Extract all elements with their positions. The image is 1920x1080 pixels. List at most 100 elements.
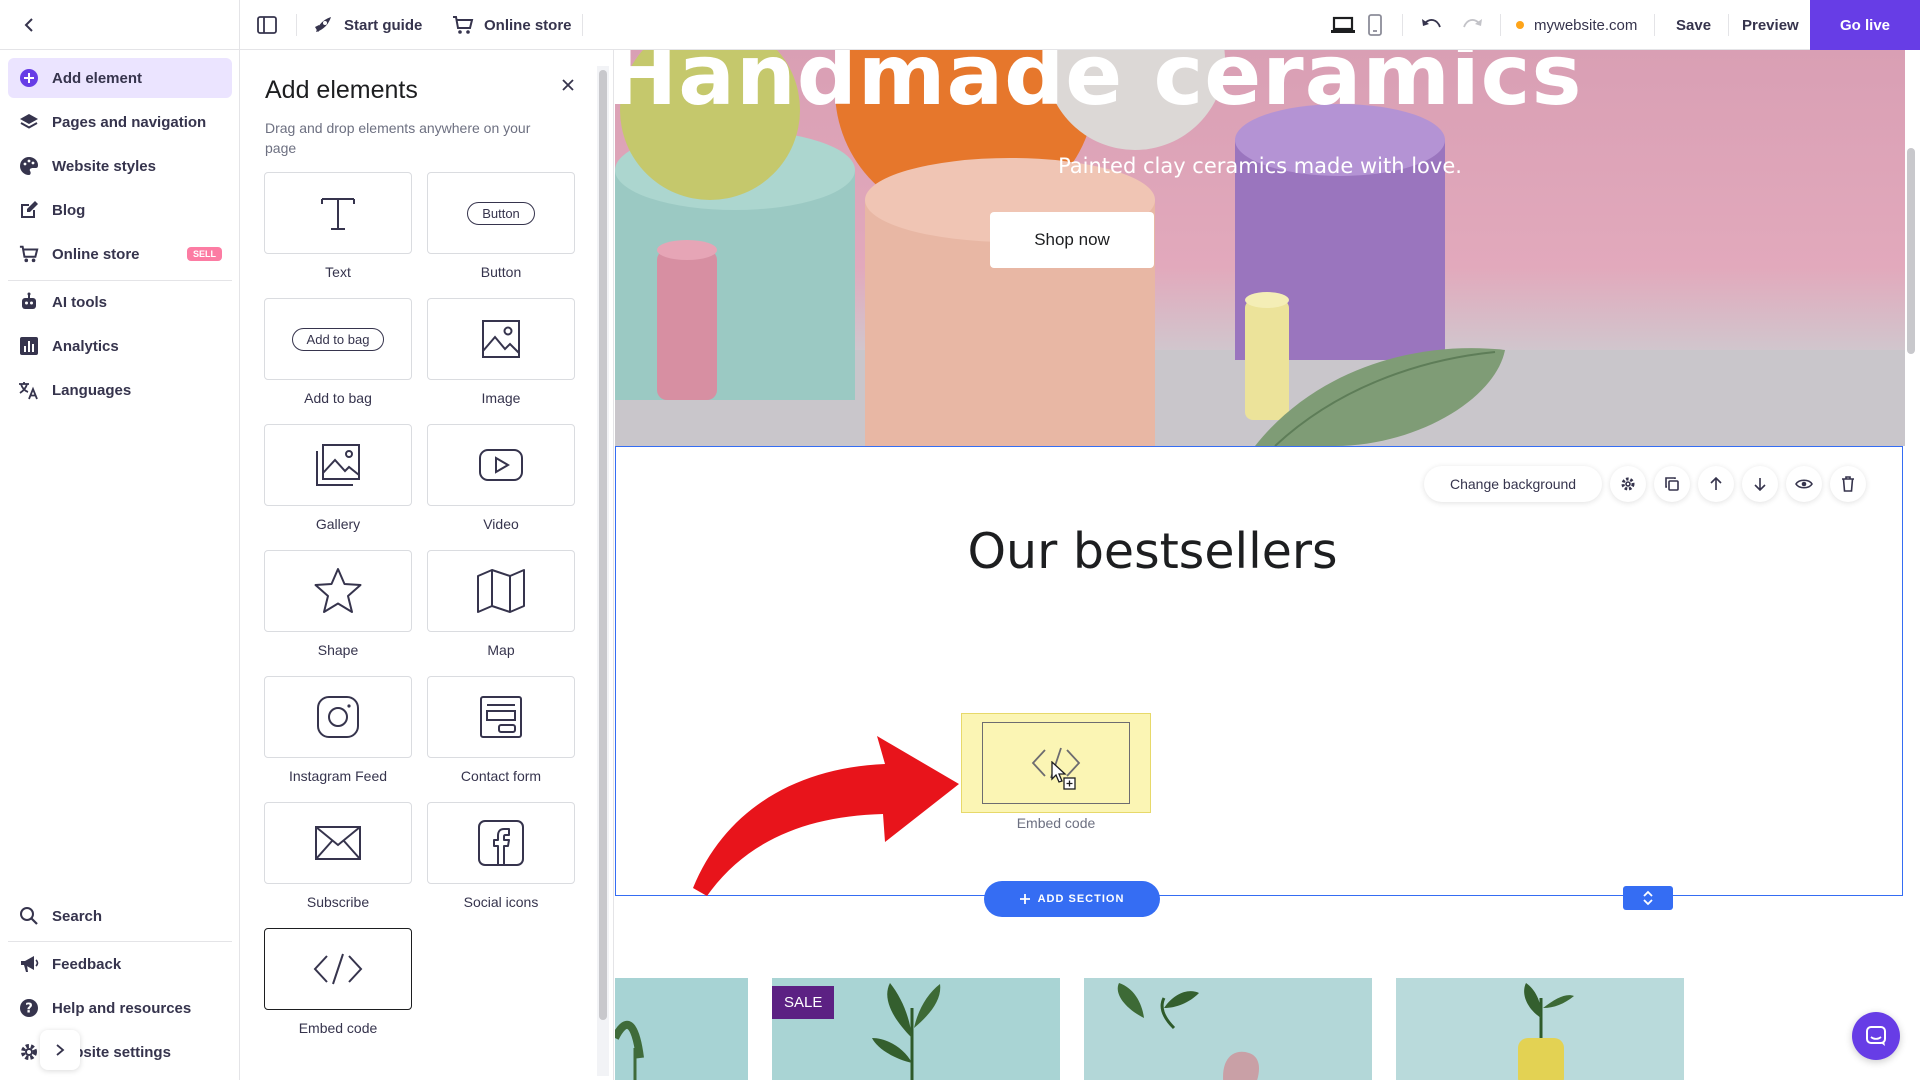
code-icon — [313, 953, 363, 985]
laptop-icon — [1331, 16, 1355, 33]
divider — [1654, 14, 1655, 36]
sidebar-item-label: Website styles — [52, 157, 156, 175]
element-tile-map[interactable] — [427, 550, 575, 632]
element-tile-text[interactable] — [264, 172, 412, 254]
duplicate-section-button[interactable] — [1654, 466, 1691, 502]
rocket-icon — [315, 17, 331, 32]
tile-label: Shape — [317, 642, 359, 658]
tile-label: Embed code — [298, 1020, 378, 1036]
panel-scrollbar-thumb[interactable] — [599, 70, 607, 1020]
copy-icon — [1665, 477, 1679, 491]
element-tile-contact-form[interactable] — [427, 676, 575, 758]
hero-section[interactable]: Handmade ceramics Painted clay ceramics … — [615, 50, 1905, 446]
tile-label: Text — [325, 264, 351, 280]
sidebar-item-help[interactable]: ? Help and resources — [8, 988, 232, 1028]
tile-label: Add to bag — [304, 390, 372, 406]
save-button[interactable]: Save — [1676, 0, 1711, 50]
element-tile-subscribe[interactable] — [264, 802, 412, 884]
preview-button[interactable]: Preview — [1742, 0, 1799, 50]
sidebar-item-analytics[interactable]: Analytics — [8, 326, 232, 366]
sidebar-item-website-styles[interactable]: Website styles — [8, 146, 232, 186]
chevron-left-icon — [24, 18, 33, 32]
toggle-sidebar-button[interactable] — [254, 12, 280, 38]
plant-image — [615, 1020, 644, 1080]
divider — [8, 280, 232, 281]
sidebar-item-feedback[interactable]: Feedback — [8, 944, 232, 984]
status-dot — [1516, 21, 1524, 29]
move-section-down-button[interactable] — [1742, 466, 1779, 502]
add-section-button[interactable]: ADD SECTION — [984, 881, 1160, 917]
section-resize-handle[interactable] — [1623, 886, 1673, 910]
move-section-up-button[interactable] — [1698, 466, 1735, 502]
mobile-view-button[interactable] — [1362, 12, 1388, 38]
product-card-image[interactable] — [615, 978, 748, 1080]
element-tile-video[interactable] — [427, 424, 575, 506]
element-tile-social-icons[interactable] — [427, 802, 575, 884]
sidebar-item-label: Online store — [52, 245, 140, 263]
hide-section-button[interactable] — [1786, 466, 1823, 502]
shop-now-button[interactable]: Shop now — [990, 212, 1154, 268]
undo-icon — [1422, 19, 1441, 28]
hero-title[interactable]: Handmade ceramics — [615, 50, 1582, 124]
hero-subtitle[interactable]: Painted clay ceramics made with love. — [615, 154, 1905, 178]
element-tile-image[interactable] — [427, 298, 575, 380]
sidebar-item-add-element[interactable]: Add element — [8, 58, 232, 98]
sidebar-item-label: Languages — [52, 381, 132, 399]
undo-button[interactable] — [1418, 12, 1444, 38]
element-tile-embed-code[interactable] — [264, 928, 412, 1010]
product-card-image[interactable] — [1396, 978, 1684, 1080]
element-tile-instagram-feed[interactable] — [264, 676, 412, 758]
add-to-bag-sample: Add to bag — [291, 327, 385, 351]
arrow-up-icon — [1710, 477, 1722, 490]
panel-subtitle: Drag and drop elements anywhere on your … — [265, 120, 531, 156]
editor-canvas[interactable]: Handmade ceramics Painted clay ceramics … — [615, 50, 1905, 1080]
start-guide-button[interactable]: Start guide — [312, 0, 422, 50]
sidebar-item-online-store[interactable]: Online store SELL — [8, 234, 232, 274]
red-arrow-annotation — [693, 736, 959, 896]
trash-icon — [1842, 476, 1855, 492]
divider — [1402, 14, 1403, 36]
gear-icon — [1621, 477, 1635, 491]
canvas-scrollbar-thumb[interactable] — [1907, 148, 1915, 354]
sidebar-item-languages[interactable]: Languages — [8, 370, 232, 410]
online-store-button[interactable]: Online store — [452, 0, 572, 50]
section-title[interactable]: Our bestsellers — [616, 523, 1689, 580]
domain-status[interactable]: mywebsite.com — [1516, 0, 1637, 50]
cart-icon — [18, 243, 40, 265]
delete-section-button[interactable] — [1830, 466, 1867, 502]
help-icon: ? — [18, 997, 40, 1019]
chart-icon — [18, 335, 40, 357]
sale-badge: SALE — [772, 986, 835, 1019]
element-tile-shape[interactable] — [264, 550, 412, 632]
element-tile-button[interactable]: Button — [427, 172, 575, 254]
phone-icon — [1368, 14, 1382, 36]
sidebar-item-search[interactable]: Search — [8, 896, 232, 936]
plus-icon — [1019, 894, 1030, 904]
tile-label: Image — [481, 390, 521, 406]
go-live-button[interactable]: Go live — [1810, 0, 1920, 50]
palette-icon — [18, 155, 40, 177]
sidebar-item-pages[interactable]: Pages and navigation — [8, 102, 232, 142]
section-settings-button[interactable] — [1610, 466, 1647, 502]
change-background-button[interactable]: Change background — [1424, 466, 1603, 502]
panel-title: Add elements — [265, 76, 418, 104]
expand-sidebar-button[interactable] — [40, 1030, 80, 1070]
sidebar-item-ai-tools[interactable]: AI tools — [8, 282, 232, 322]
sidebar-item-label: Help and resources — [52, 999, 192, 1017]
element-tile-add-to-bag[interactable]: Add to bag — [264, 298, 412, 380]
product-card-image[interactable]: SALE — [772, 978, 1060, 1080]
product-card-image[interactable] — [1084, 978, 1372, 1080]
divider — [1728, 14, 1729, 36]
sidebar-item-blog[interactable]: Blog — [8, 190, 232, 230]
back-button[interactable] — [18, 13, 42, 37]
arrow-down-icon — [1754, 478, 1766, 491]
chat-icon — [1866, 1026, 1886, 1046]
play-icon — [479, 449, 523, 481]
redo-button[interactable] — [1460, 12, 1486, 38]
chat-support-button[interactable] — [1852, 1012, 1900, 1060]
desktop-view-button[interactable] — [1330, 12, 1356, 38]
close-panel-button[interactable] — [555, 72, 581, 98]
eye-icon — [1795, 479, 1814, 489]
element-tile-gallery[interactable] — [264, 424, 412, 506]
search-icon — [18, 905, 40, 927]
